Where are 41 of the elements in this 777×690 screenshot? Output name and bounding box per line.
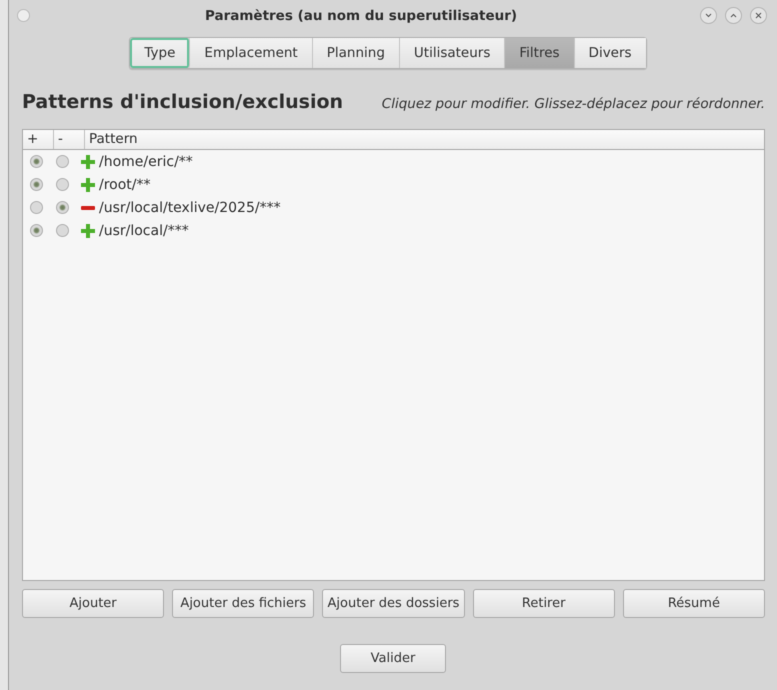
maximize-button[interactable]: [725, 7, 742, 24]
plus-icon: [81, 154, 95, 168]
action-button[interactable]: Ajouter: [22, 589, 164, 618]
close-icon: [755, 12, 762, 19]
close-button[interactable]: [750, 7, 767, 24]
action-button[interactable]: Ajouter des fichiers: [172, 589, 314, 618]
exclude-radio[interactable]: [56, 178, 68, 191]
action-button[interactable]: Résumé: [622, 589, 765, 618]
tab[interactable]: Type: [130, 38, 190, 68]
exclude-radio[interactable]: [56, 201, 68, 214]
plus-icon: [81, 178, 95, 192]
section-heading: Patterns d'inclusion/exclusion: [22, 91, 344, 113]
include-radio[interactable]: [30, 178, 42, 191]
action-button[interactable]: Ajouter des dossiers: [322, 589, 465, 618]
column-header[interactable]: +: [23, 130, 54, 149]
chevron-down-icon: [705, 13, 712, 18]
chevron-up-icon: [730, 13, 737, 18]
include-radio[interactable]: [30, 155, 42, 168]
minus-icon: [81, 204, 95, 210]
exclude-radio[interactable]: [56, 224, 68, 237]
column-header[interactable]: Pattern: [85, 130, 764, 149]
minimize-button[interactable]: [700, 7, 717, 24]
plus-icon: [81, 224, 95, 238]
exclude-radio[interactable]: [56, 155, 68, 168]
tab[interactable]: Planning: [312, 38, 400, 68]
action-button[interactable]: Retirer: [472, 589, 615, 618]
pattern-text[interactable]: /root/**: [99, 176, 151, 192]
tab[interactable]: Utilisateurs: [400, 38, 506, 68]
include-radio[interactable]: [30, 224, 42, 237]
window-menu-dot[interactable]: [17, 9, 30, 22]
tab[interactable]: Emplacement: [190, 38, 313, 68]
pattern-text[interactable]: /home/eric/**: [99, 154, 193, 170]
include-radio[interactable]: [30, 201, 42, 214]
window-title: Paramètres (au nom du superutilisateur): [204, 8, 518, 24]
column-header[interactable]: -: [54, 130, 85, 149]
tab[interactable]: Divers: [574, 38, 646, 68]
pattern-text[interactable]: /usr/local/texlive/2025/***: [99, 200, 281, 216]
ok-button[interactable]: Valider: [340, 644, 446, 673]
hint-text: Cliquez pour modifier. Glissez-déplacez pour réordonner.: [382, 96, 765, 112]
tab[interactable]: Filtres: [505, 38, 575, 68]
pattern-text[interactable]: /usr/local/***: [99, 222, 189, 238]
